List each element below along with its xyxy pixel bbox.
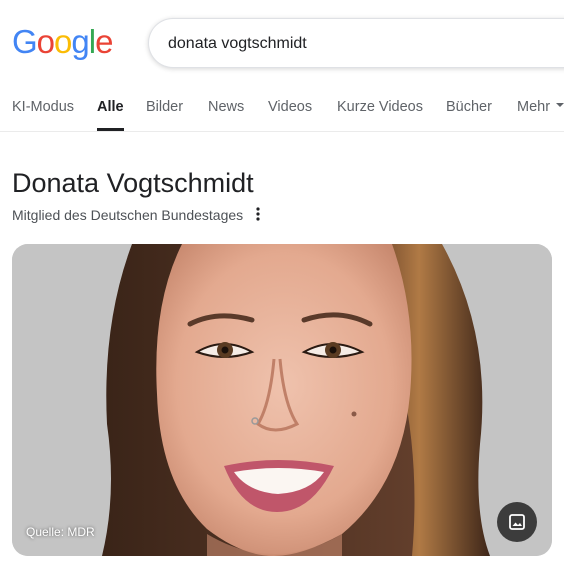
tab-label: News <box>208 99 245 115</box>
image-source-label: Quelle: MDR <box>26 525 95 539</box>
google-logo[interactable]: G o o g l e <box>12 22 113 62</box>
tab-kurze-videos[interactable]: Kurze Videos <box>337 99 423 131</box>
portrait-photo <box>12 244 552 556</box>
knowledge-panel-photo[interactable]: Quelle: MDR <box>12 244 552 556</box>
tab-label: Kurze Videos <box>337 99 423 115</box>
logo-letter-3: o <box>54 23 72 60</box>
tab-bilder[interactable]: Bilder <box>146 99 183 131</box>
tab-mehr[interactable]: Mehr <box>517 99 564 131</box>
image-icon <box>509 514 525 530</box>
more-vert-icon-svg <box>256 207 260 221</box>
logo-letter-4: g <box>71 23 89 60</box>
logo-letter-6: e <box>95 23 113 60</box>
chevron-down-icon <box>556 103 564 108</box>
logo-letter-1: G <box>12 23 38 60</box>
tab-news[interactable]: News <box>208 99 244 131</box>
search-results-page: G o o g l e KI-Modus Alle Bilder News Vi… <box>0 0 564 573</box>
tab-alle[interactable]: Alle <box>97 99 124 131</box>
tab-ki-modus[interactable]: KI-Modus <box>12 99 74 131</box>
tab-label: Bilder <box>146 99 184 115</box>
tab-label: Mehr <box>517 99 551 115</box>
tab-label: Alle <box>97 99 124 115</box>
tab-videos[interactable]: Videos <box>268 99 312 131</box>
tab-label: Videos <box>268 99 313 115</box>
logo-letter-2: o <box>36 23 55 60</box>
search-input[interactable] <box>168 31 548 57</box>
knowledge-panel-title: Donata Vogtschmidt <box>12 168 254 198</box>
search-tabs: KI-Modus Alle Bilder News Videos Kurze V… <box>0 88 564 132</box>
tab-buecher[interactable]: Bücher <box>446 99 492 131</box>
more-vert-icon[interactable] <box>252 206 264 222</box>
tab-label: Bücher <box>446 99 492 115</box>
search-box[interactable] <box>148 18 564 68</box>
view-image-button[interactable] <box>497 502 537 542</box>
tab-label: KI-Modus <box>12 99 75 115</box>
knowledge-panel-subtitle: Mitglied des Deutschen Bundestages <box>12 207 244 223</box>
